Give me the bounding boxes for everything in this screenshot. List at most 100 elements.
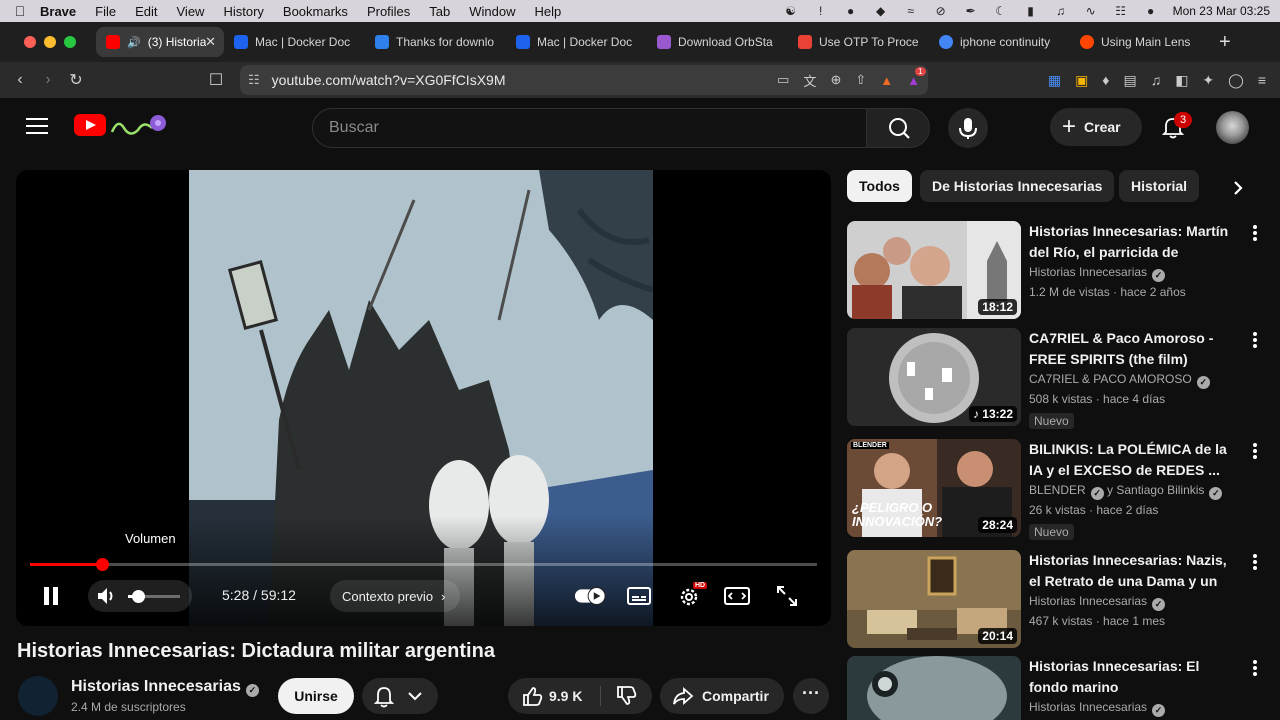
video-player[interactable]: Volumen 5:28 / 59:12 Contexto previo › H… bbox=[16, 170, 831, 626]
menu-tab[interactable]: Tab bbox=[429, 4, 450, 19]
pause-button[interactable] bbox=[36, 580, 66, 612]
tab-reddit[interactable]: Using Main Lens bbox=[1070, 27, 1211, 57]
reader-mode-icon[interactable]: ▤ bbox=[1123, 72, 1136, 89]
apple-icon[interactable]:  bbox=[0, 3, 40, 19]
settings-button[interactable]: HD bbox=[676, 580, 708, 612]
menu-help[interactable]: Help bbox=[535, 4, 562, 19]
menu-bookmarks[interactable]: Bookmarks bbox=[283, 4, 348, 19]
google-translate-extension-icon[interactable]: ▦ bbox=[1048, 72, 1061, 89]
recommendation-title[interactable]: Historias Innecesarias: Nazis, el Retrat… bbox=[1029, 550, 1241, 592]
close-window-icon[interactable] bbox=[24, 36, 36, 48]
menu-file[interactable]: File bbox=[95, 4, 116, 19]
menu-profiles[interactable]: Profiles bbox=[367, 4, 410, 19]
browser-menu-icon[interactable]: ≡ bbox=[1258, 72, 1266, 88]
battery-icon[interactable]: ▮ bbox=[1023, 4, 1039, 18]
close-tab-icon[interactable]: ✕ bbox=[205, 34, 216, 50]
share-button[interactable]: Compartir bbox=[660, 678, 784, 714]
zoom-icon[interactable]: ⊕ bbox=[830, 72, 841, 88]
recommendation-item[interactable]: ♪ 13:22 CA7RIEL & Paco Amoroso - FREE SP… bbox=[847, 328, 1267, 429]
audio-playing-icon[interactable]: 🔊 bbox=[127, 36, 141, 49]
channel-name-text[interactable]: Historias Innecesarias bbox=[71, 678, 241, 695]
subtitles-button[interactable] bbox=[626, 580, 652, 612]
chip-channel[interactable]: De Historias Innecesarias bbox=[920, 170, 1115, 202]
volume-icon[interactable] bbox=[90, 580, 122, 612]
finder-icon[interactable]: ● bbox=[843, 4, 859, 18]
hamburger-menu-icon[interactable] bbox=[26, 118, 48, 136]
tab-docker-2[interactable]: Mac | Docker Doc bbox=[506, 27, 647, 57]
search-input[interactable]: Buscar bbox=[312, 108, 868, 148]
youtube-logo-icon[interactable] bbox=[74, 114, 106, 136]
youtube-doodle-icon[interactable] bbox=[108, 110, 170, 140]
sync-icon[interactable]: ☯ bbox=[783, 4, 799, 18]
more-vertical-icon[interactable] bbox=[1251, 332, 1259, 350]
video-thumbnail[interactable]: BLENDER ¿PELIGRO O INNOVACIÓN? 28:24 bbox=[847, 439, 1021, 537]
subscription-bell-button[interactable] bbox=[362, 678, 438, 714]
brave-rewards-icon[interactable]: ▲ 1 bbox=[907, 66, 926, 88]
translate-icon[interactable]: 文 bbox=[803, 71, 816, 90]
search-button[interactable] bbox=[866, 108, 930, 148]
menu-window[interactable]: Window bbox=[469, 4, 515, 19]
cast-icon[interactable]: ≈ bbox=[903, 4, 919, 18]
chevron-right-icon[interactable] bbox=[1228, 178, 1248, 198]
wallet-extension-icon[interactable]: ▣ bbox=[1075, 72, 1088, 89]
sound-icon[interactable]: ♫ bbox=[1053, 4, 1069, 18]
theater-mode-button[interactable] bbox=[724, 580, 750, 612]
wifi-icon[interactable]: ∿ bbox=[1083, 4, 1099, 18]
leo-ai-icon[interactable]: ✦ bbox=[1202, 72, 1214, 89]
do-not-disturb-icon[interactable]: ⊘ bbox=[933, 4, 949, 18]
control-center-icon[interactable]: ☷ bbox=[1113, 4, 1129, 18]
tab-vscode[interactable]: Thanks for downlo bbox=[365, 27, 506, 57]
menu-history[interactable]: History bbox=[223, 4, 263, 19]
chip-todos[interactable]: Todos bbox=[847, 170, 912, 202]
menu-clock[interactable]: Mon 23 Mar 03:25 bbox=[1173, 4, 1270, 18]
autoplay-toggle[interactable] bbox=[574, 580, 606, 612]
bookmark-icon[interactable]: ☐ bbox=[202, 70, 230, 90]
vpn-icon[interactable]: ◆ bbox=[873, 4, 889, 18]
menu-edit[interactable]: Edit bbox=[135, 4, 157, 19]
fullscreen-button[interactable] bbox=[774, 580, 800, 612]
share-icon[interactable]: ⇧ bbox=[855, 72, 866, 88]
menu-view[interactable]: View bbox=[177, 4, 205, 19]
voice-search-button[interactable] bbox=[948, 108, 988, 148]
zoom-window-icon[interactable] bbox=[64, 36, 76, 48]
address-bar[interactable]: ☷ youtube.com/watch?v=XG0FfCIsX9M ▭ 文 ⊕ … bbox=[240, 65, 928, 95]
video-thumbnail[interactable]: 20:14 bbox=[847, 550, 1021, 648]
moon-icon[interactable]: ☾ bbox=[993, 4, 1009, 18]
dislike-thumb-icon[interactable] bbox=[610, 678, 640, 714]
pen-icon[interactable]: ✒ bbox=[963, 4, 979, 18]
vpn-shield-icon[interactable]: ◯ bbox=[1228, 72, 1244, 89]
recommendation-title[interactable]: CA7RIEL & Paco Amoroso - FREE SPIRITS (t… bbox=[1029, 328, 1241, 370]
like-thumb-icon[interactable] bbox=[516, 678, 546, 714]
sidebar-toggle-icon[interactable]: ◧ bbox=[1175, 72, 1188, 89]
video-thumbnail[interactable]: ♪ 13:22 bbox=[847, 328, 1021, 426]
video-thumbnail[interactable]: 18:12 bbox=[847, 221, 1021, 319]
brave-shields-icon[interactable]: ▲ bbox=[880, 73, 893, 88]
chip-historial[interactable]: Historial bbox=[1119, 170, 1200, 202]
new-tab-icon[interactable]: + bbox=[1219, 31, 1231, 54]
recommendation-title[interactable]: Historias Innecesarias: El fondo marino bbox=[1029, 656, 1241, 698]
video-thumbnail[interactable] bbox=[847, 656, 1021, 720]
more-actions-button[interactable]: ··· bbox=[793, 678, 829, 714]
minimize-window-icon[interactable] bbox=[44, 36, 56, 48]
more-vertical-icon[interactable] bbox=[1251, 225, 1259, 243]
recommendation-item[interactable]: Historias Innecesarias: El fondo marino … bbox=[847, 656, 1267, 720]
more-vertical-icon[interactable] bbox=[1251, 660, 1259, 678]
reload-icon[interactable]: ↻ bbox=[62, 70, 90, 90]
volume-slider[interactable] bbox=[128, 590, 180, 603]
create-button[interactable]: + Crear bbox=[1050, 108, 1142, 146]
tab-orbstack[interactable]: Download OrbSta bbox=[647, 27, 788, 57]
extensions-puzzle-icon[interactable]: ♦ bbox=[1102, 72, 1109, 88]
tab-gmail[interactable]: Use OTP To Proce bbox=[788, 27, 929, 57]
progress-bar[interactable] bbox=[30, 558, 817, 571]
site-settings-icon[interactable]: ☷ bbox=[248, 72, 260, 88]
user-icon[interactable]: ● bbox=[1143, 4, 1159, 18]
alert-icon[interactable]: ! bbox=[813, 4, 829, 18]
recommendation-title[interactable]: BILINKIS: La POLÉMICA de la IA y el EXCE… bbox=[1029, 439, 1241, 481]
more-vertical-icon[interactable] bbox=[1251, 554, 1259, 572]
tab-google[interactable]: iphone continuity bbox=[929, 27, 1070, 57]
volume-control[interactable] bbox=[88, 580, 192, 612]
menu-app-name[interactable]: Brave bbox=[40, 4, 76, 19]
back-icon[interactable]: ‹ bbox=[6, 71, 34, 89]
recommendation-item[interactable]: 18:12 Historias Innecesarias: Martín del… bbox=[847, 221, 1267, 319]
volume-handle[interactable] bbox=[132, 590, 146, 603]
